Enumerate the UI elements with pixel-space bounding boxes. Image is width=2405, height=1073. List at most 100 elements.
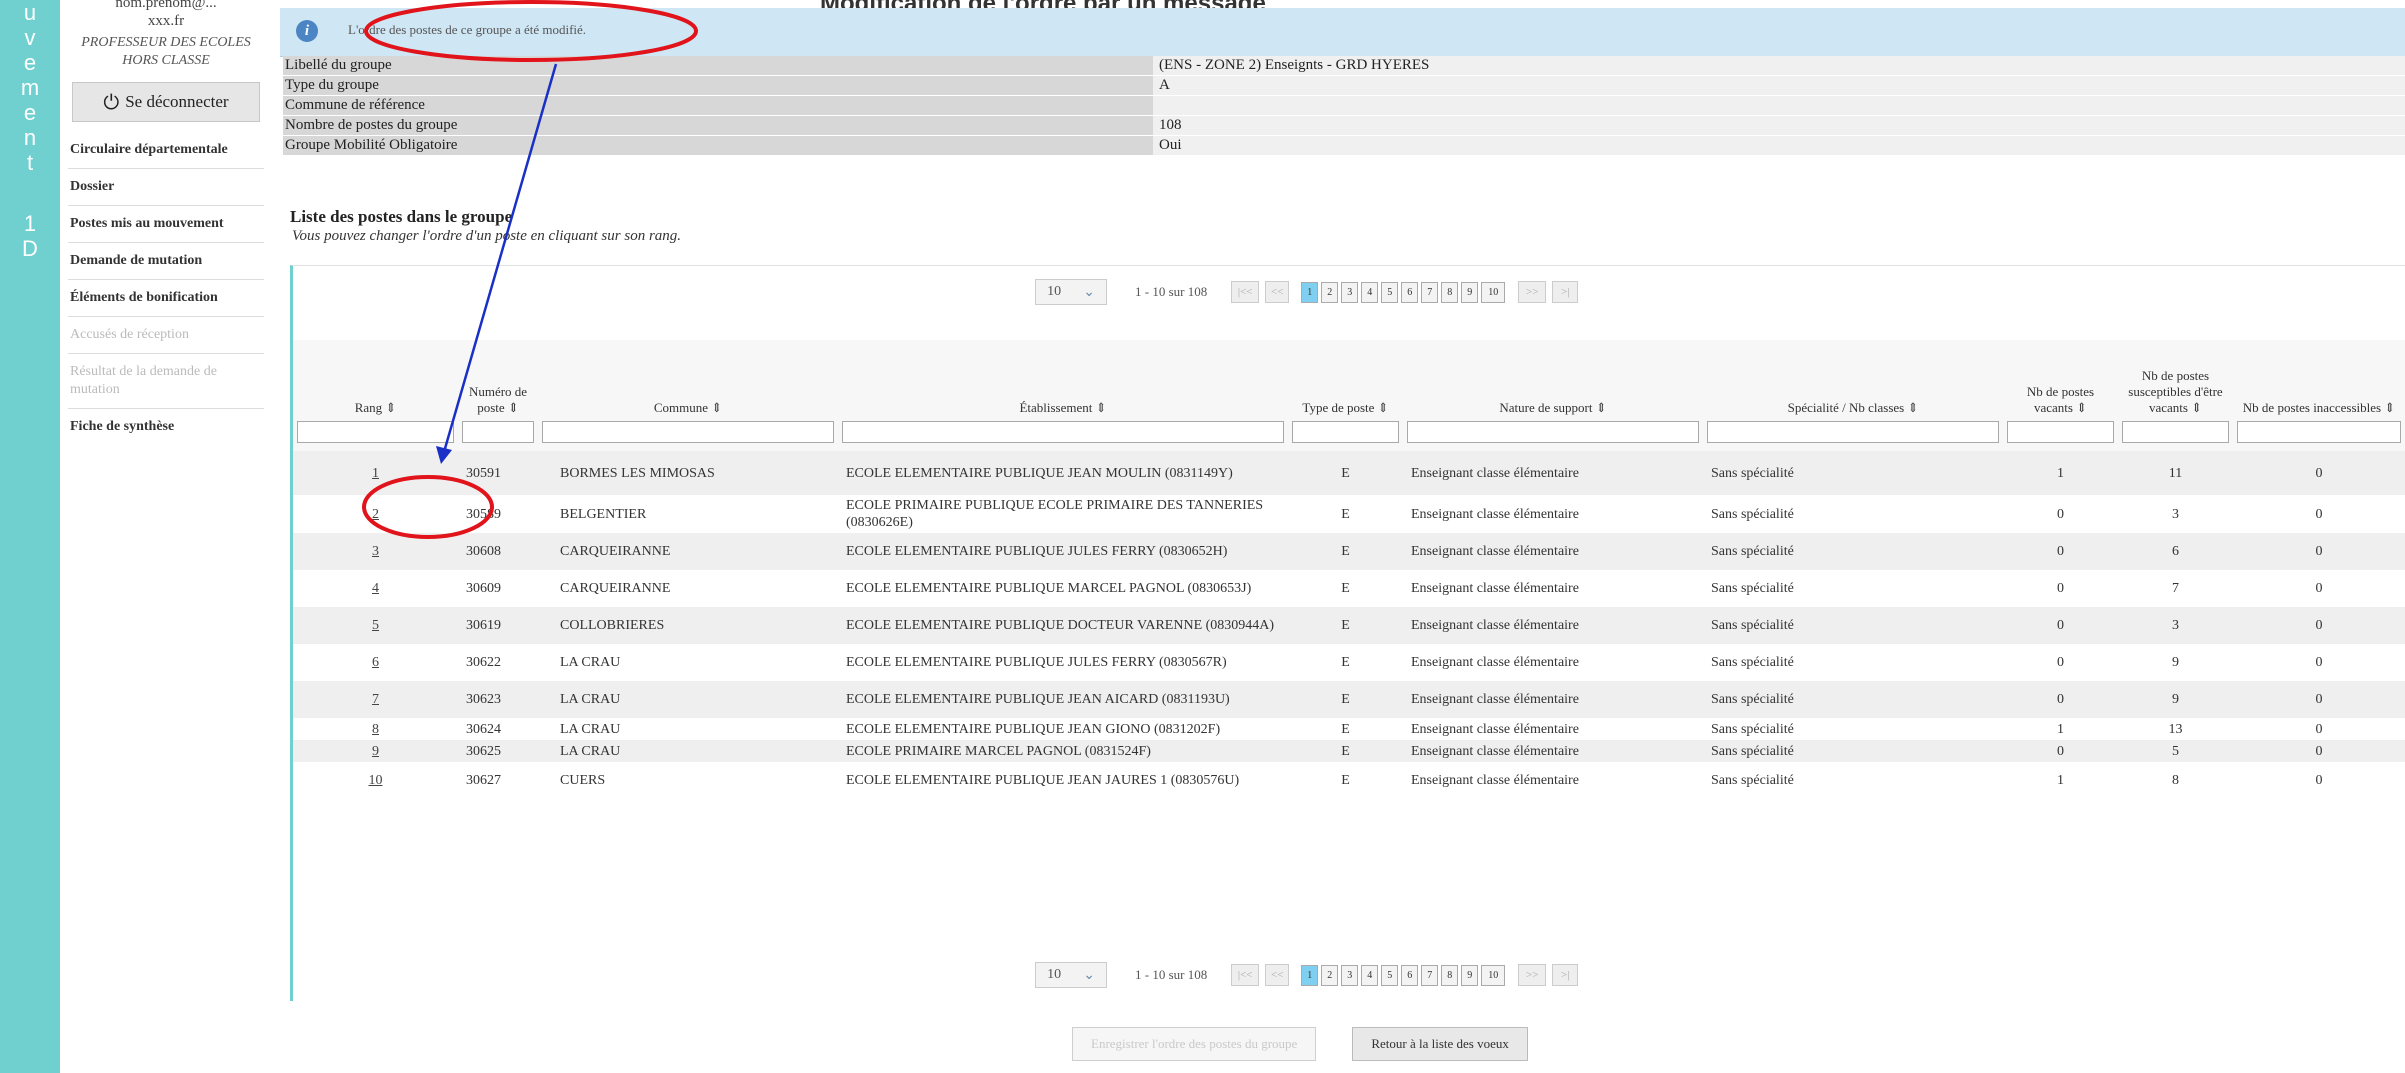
column-filter-cell <box>2233 419 2405 451</box>
sidebar-item[interactable]: Postes mis au mouvement <box>68 206 264 243</box>
page-number-button[interactable]: 5 <box>1381 964 1399 986</box>
page-number-button[interactable]: 5 <box>1381 281 1399 303</box>
column-header[interactable]: Nb de postes susceptibles d'être vacants… <box>2118 340 2233 419</box>
first-page-button[interactable]: |<< <box>1231 281 1260 303</box>
support-nature-cell: Enseignant classe élémentaire <box>1403 740 1703 762</box>
specialite-cell: Sans spécialité <box>1703 570 2003 607</box>
column-filter-input[interactable] <box>297 421 454 443</box>
inaccessible-count-cell: 0 <box>2233 762 2405 799</box>
rank-link[interactable]: 9 <box>372 744 379 759</box>
info-banner: i L'ordre des postes de ce groupe a été … <box>280 8 2405 57</box>
column-filter-input[interactable] <box>1292 421 1399 443</box>
logout-button[interactable]: ⏻ Se déconnecter <box>72 82 260 122</box>
column-filter-input[interactable] <box>542 421 834 443</box>
table-row: 9 30625 LA CRAU ECOLE PRIMAIRE MARCEL PAGNO… <box>293 740 2405 762</box>
page-number-button[interactable]: 1 <box>1301 964 1319 986</box>
vertical-letter: m <box>20 75 40 100</box>
column-filter-input[interactable] <box>2237 421 2401 443</box>
page-number-button[interactable]: 4 <box>1361 281 1379 303</box>
page-number-button[interactable]: 3 <box>1341 281 1359 303</box>
column-header[interactable]: Type de poste ⇕ <box>1288 340 1403 419</box>
table-row: 7 30623 LA CRAU ECOLE ELEMENTAIRE PUBLIQUE … <box>293 681 2405 718</box>
page-number-button[interactable]: 10 <box>1481 964 1506 986</box>
group-field-row: Commune de référence <box>283 96 2405 116</box>
vacant-count-cell: 0 <box>2003 533 2118 570</box>
sidebar-item[interactable]: Dossier <box>68 169 264 206</box>
page-number-button[interactable]: 2 <box>1321 281 1339 303</box>
column-filter-input[interactable] <box>842 421 1284 443</box>
susceptible-count-cell: 8 <box>2118 762 2233 799</box>
page-number-button[interactable]: 2 <box>1321 964 1339 986</box>
next-page-button[interactable]: >> <box>1518 281 1547 303</box>
page-number-button[interactable]: 4 <box>1361 964 1379 986</box>
rank-link[interactable]: 10 <box>369 773 383 788</box>
rank-link[interactable]: 8 <box>372 722 379 737</box>
column-header[interactable]: Numéro de poste ⇕ <box>458 340 538 419</box>
column-header[interactable]: Nb de postes inaccessibles ⇕ <box>2233 340 2405 419</box>
sidebar-item[interactable]: Éléments de bonification <box>68 280 264 317</box>
rank-link[interactable]: 7 <box>372 692 379 707</box>
rank-link[interactable]: 1 <box>372 466 379 481</box>
vacant-count-cell: 0 <box>2003 570 2118 607</box>
post-number-cell: 30608 <box>458 533 538 570</box>
page-size-select[interactable]: 10 ⌄ <box>1035 962 1107 988</box>
last-page-button[interactable]: >| <box>1552 281 1579 303</box>
page-number-button[interactable]: 9 <box>1461 964 1479 986</box>
column-filter-input[interactable] <box>1407 421 1699 443</box>
page-number-button[interactable]: 7 <box>1421 964 1439 986</box>
page-number-button[interactable]: 7 <box>1421 281 1439 303</box>
column-header[interactable]: Commune ⇕ <box>538 340 838 419</box>
column-filter-input[interactable] <box>1707 421 1999 443</box>
rank-link[interactable]: 4 <box>372 581 379 596</box>
left-sidebar: nom.prenom@... xxx.fr PROFESSEUR DES ECO… <box>68 0 264 1073</box>
logout-label: Se déconnecter <box>125 92 229 111</box>
sidebar-item[interactable]: Fiche de synthèse <box>68 409 264 445</box>
etablissement-cell: ECOLE ELEMENTAIRE PUBLIQUE JULES FERRY (… <box>838 644 1288 681</box>
etablissement-cell: ECOLE PRIMAIRE MARCEL PAGNOL (0831524F) <box>838 740 1288 762</box>
last-page-button[interactable]: >| <box>1552 964 1579 986</box>
post-type-cell: E <box>1288 533 1403 570</box>
commune-cell: LA CRAU <box>538 718 838 740</box>
save-order-button[interactable]: Enregistrer l'ordre des postes du groupe <box>1072 1027 1317 1061</box>
group-field-value: (ENS - ZONE 2) Enseignts - GRD HYERES <box>1153 56 2405 75</box>
column-header[interactable]: Établissement ⇕ <box>838 340 1288 419</box>
column-header[interactable]: Spécialité / Nb classes ⇕ <box>1703 340 2003 419</box>
rank-link[interactable]: 2 <box>372 507 379 522</box>
table-row: 5 30619 COLLOBRIERES ECOLE ELEMENTAIRE PUBL… <box>293 607 2405 644</box>
page-number-button[interactable]: 1 <box>1301 281 1319 303</box>
column-filter-input[interactable] <box>2122 421 2229 443</box>
support-nature-cell: Enseignant classe élémentaire <box>1403 681 1703 718</box>
sidebar-item[interactable]: Demande de mutation <box>68 243 264 280</box>
rank-link[interactable]: 5 <box>372 618 379 633</box>
next-page-button[interactable]: >> <box>1518 964 1547 986</box>
page-number-button[interactable]: 8 <box>1441 964 1459 986</box>
commune-cell: COLLOBRIERES <box>538 607 838 644</box>
back-to-wishes-button[interactable]: Retour à la liste des voeux <box>1352 1027 1528 1061</box>
column-header[interactable]: Nature de support ⇕ <box>1403 340 1703 419</box>
page-number-button[interactable]: 9 <box>1461 281 1479 303</box>
rank-link[interactable]: 3 <box>372 544 379 559</box>
column-header[interactable]: Nb de postes vacants ⇕ <box>2003 340 2118 419</box>
commune-cell: CARQUEIRANNE <box>538 533 838 570</box>
post-number-cell: 30624 <box>458 718 538 740</box>
prev-page-button[interactable]: << <box>1265 281 1290 303</box>
rank-link[interactable]: 6 <box>372 655 379 670</box>
column-filter-input[interactable] <box>462 421 534 443</box>
page-number-button[interactable]: 10 <box>1481 281 1506 303</box>
column-filter-cell <box>2118 419 2233 451</box>
post-type-cell: E <box>1288 451 1403 495</box>
etablissement-cell: ECOLE ELEMENTAIRE PUBLIQUE MARCEL PAGNOL… <box>838 570 1288 607</box>
page-size-select[interactable]: 10 ⌄ <box>1035 279 1107 305</box>
page-number-button[interactable]: 6 <box>1401 281 1419 303</box>
sidebar-item[interactable]: Circulaire départementale <box>68 132 264 169</box>
post-number-cell: 30622 <box>458 644 538 681</box>
page-number-button[interactable]: 8 <box>1441 281 1459 303</box>
column-filter-input[interactable] <box>2007 421 2114 443</box>
page-number-button[interactable]: 6 <box>1401 964 1419 986</box>
group-field-value <box>1153 96 2405 115</box>
first-page-button[interactable]: |<< <box>1231 964 1260 986</box>
post-type-cell: E <box>1288 681 1403 718</box>
prev-page-button[interactable]: << <box>1265 964 1290 986</box>
page-number-button[interactable]: 3 <box>1341 964 1359 986</box>
column-header[interactable]: Rang ⇕ <box>293 340 458 419</box>
